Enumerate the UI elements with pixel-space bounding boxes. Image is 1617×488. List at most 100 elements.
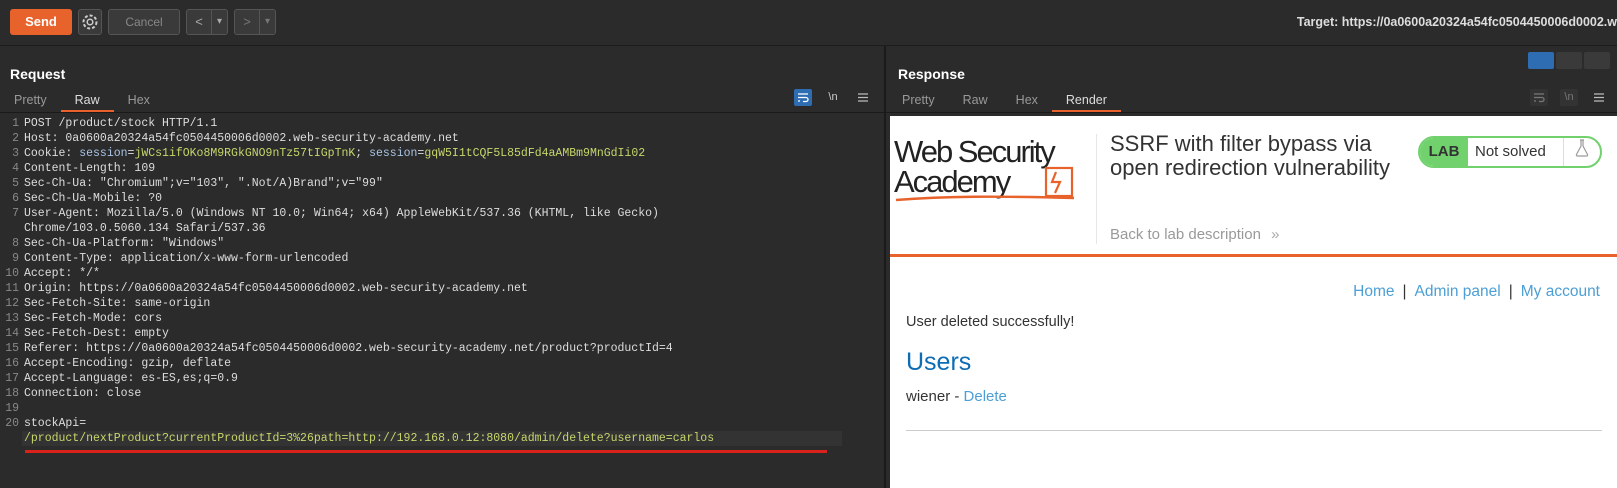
header-line: Accept-Language: es-ES,es;q=0.9 <box>24 372 238 385</box>
request-editor[interactable]: 1 POST /product/stock HTTP/1.1 2 Host: 0a06… <box>0 116 884 488</box>
header-rule <box>890 254 1617 257</box>
line-number: 12 <box>5 297 19 310</box>
header-separator <box>1096 134 1097 244</box>
editor-line: 16 Accept-Encoding: gzip, deflate <box>0 356 884 371</box>
line-number: 11 <box>5 282 19 295</box>
user-name: wiener <box>906 388 951 405</box>
editor-line: 19 <box>0 401 884 416</box>
next-dropdown-button[interactable]: ▾ <box>259 10 275 34</box>
delete-user-link[interactable]: Delete <box>964 388 1007 405</box>
forward-nav-group: > ▾ <box>234 9 276 35</box>
request-tab-pretty[interactable]: Pretty <box>0 88 61 112</box>
line-number <box>0 431 22 446</box>
cancel-button[interactable]: Cancel <box>108 9 180 35</box>
cookie-v1: jWCs1ifOKo8M9RGkGNO9nTz57tIGpTnK <box>134 147 356 160</box>
site-nav: Home | Admin panel | My account <box>1353 283 1600 301</box>
request-toolbar: \n <box>794 89 872 106</box>
response-toolbar: \n <box>1530 89 1608 106</box>
response-tab-raw[interactable]: Raw <box>949 88 1002 112</box>
line-number: 13 <box>5 312 19 325</box>
line-number: 15 <box>5 342 19 355</box>
flask-icon <box>1564 138 1600 166</box>
editor-line: 20 stockApi= <box>0 416 884 431</box>
line-number: 4 <box>12 162 19 175</box>
response-tab-hex[interactable]: Hex <box>1002 88 1052 112</box>
editor-line: 15 Referer: https://0a0600a20324a54fc0504… <box>0 341 884 356</box>
logo-line2: Academy <box>894 164 1012 199</box>
cookie-sep: ; <box>355 147 370 160</box>
header-line: Sec-Fetch-Mode: cors <box>24 312 163 325</box>
editor-line: 17 Accept-Language: es-ES,es;q=0.9 <box>0 371 884 386</box>
prev-button[interactable]: < <box>187 10 211 34</box>
editor-line: 13 Sec-Fetch-Mode: cors <box>0 311 884 326</box>
request-title: Request <box>10 66 66 82</box>
editor-line: 4 Content-Length: 109 <box>0 161 884 176</box>
wrap-icon[interactable] <box>1530 89 1548 106</box>
wrap-icon[interactable] <box>794 89 812 106</box>
editor-line: 5 Sec-Ch-Ua: "Chromium";v="103", ".Not/A)… <box>0 176 884 191</box>
editor-line: 7 User-Agent: Mozilla/5.0 (Windows NT 10.… <box>0 206 884 221</box>
nav-home-link[interactable]: Home <box>1353 283 1394 300</box>
header-line: Sec-Ch-Ua-Platform: "Windows" <box>24 237 225 250</box>
layout-tabs-icon[interactable] <box>1584 52 1610 69</box>
response-render-view: Web Security Academy SSRF with filter by… <box>890 116 1617 488</box>
toolbar: Send Cancel < ▾ > ▾ Target: https://0a06… <box>0 0 1617 46</box>
header-line: Connection: close <box>24 387 142 400</box>
header-line: Content-Type: application/x-www-form-url… <box>24 252 349 265</box>
newline-icon[interactable]: \n <box>824 89 842 106</box>
request-tabs: Pretty Raw Hex <box>0 88 164 112</box>
menu-icon[interactable] <box>854 89 872 106</box>
web-security-academy-logo: Web Security Academy <box>894 134 1075 202</box>
send-button[interactable]: Send <box>10 9 72 35</box>
back-to-lab-link[interactable]: Back to lab description » <box>1110 226 1279 243</box>
gear-icon <box>82 14 98 30</box>
line-number: 18 <box>5 387 19 400</box>
lab-badge-label: LAB <box>1420 138 1468 166</box>
response-tab-pretty[interactable]: Pretty <box>888 88 949 112</box>
line-number: 16 <box>5 357 19 370</box>
editor-line: 3 Cookie: session=jWCs1ifOKo8M9RGkGNO9nTz… <box>0 146 884 161</box>
nav-separator: | <box>1508 283 1513 300</box>
nav-my-account-link[interactable]: My account <box>1521 283 1600 300</box>
editor-line: 11 Origin: https://0a0600a20324a54fc05044… <box>0 281 884 296</box>
nav-admin-panel-link[interactable]: Admin panel <box>1415 283 1501 300</box>
request-tab-hex[interactable]: Hex <box>114 88 164 112</box>
line-number: 14 <box>5 327 19 340</box>
editor-line: 18 Connection: close <box>0 386 884 401</box>
request-tab-raw[interactable]: Raw <box>60 88 114 112</box>
response-tabs: Pretty Raw Hex Render <box>888 88 1121 112</box>
payload-line: /product/nextProduct?currentProductId=3%… <box>22 431 842 446</box>
next-button[interactable]: > <box>235 10 259 34</box>
header-line: Content-Length: 109 <box>24 162 156 175</box>
line-number: 6 <box>12 192 19 205</box>
header-line: Host: 0a0600a20324a54fc0504450006d0002.w… <box>24 132 459 145</box>
editor-line: 14 Sec-Fetch-Dest: empty <box>0 326 884 341</box>
layout-stacked-icon[interactable] <box>1556 52 1582 69</box>
response-tab-render[interactable]: Render <box>1051 88 1121 112</box>
newline-icon[interactable]: \n <box>1560 89 1578 106</box>
settings-gear-button[interactable] <box>78 9 102 35</box>
line-number: 19 <box>5 402 19 415</box>
editor-line: 12 Sec-Fetch-Site: same-origin <box>0 296 884 311</box>
lab-status-text: Not solved <box>1468 138 1564 166</box>
line-number: 3 <box>12 147 19 160</box>
header-line: Accept: */* <box>24 267 100 280</box>
line-number: 1 <box>12 117 19 130</box>
response-tab-divider <box>886 112 1617 113</box>
prev-dropdown-button[interactable]: ▾ <box>211 10 227 34</box>
header-line: Sec-Ch-Ua-Mobile: ?0 <box>24 192 163 205</box>
editor-line: 9 Content-Type: application/x-www-form-ur… <box>0 251 884 266</box>
layout-side-by-side-icon[interactable] <box>1528 52 1554 69</box>
editor-line: Chrome/103.0.5060.134 Safari/537.36 <box>0 221 884 236</box>
header-line: Referer: https://0a0600a20324a54fc050445… <box>24 342 673 355</box>
editor-line: /product/nextProduct?currentProductId=3%… <box>0 431 884 446</box>
content-divider <box>906 430 1602 431</box>
editor-line: 1 POST /product/stock HTTP/1.1 <box>0 116 884 131</box>
cookie-v2: gqW5I1tCQF5L85dFd4aAMBm9MnGdIi02 <box>424 147 646 160</box>
response-title: Response <box>898 66 965 82</box>
request-tab-divider <box>0 112 884 113</box>
menu-icon[interactable] <box>1590 89 1608 106</box>
target-url[interactable]: Target: https://0a0600a20324a54fc0504450… <box>1297 15 1617 29</box>
line-number: 8 <box>12 237 19 250</box>
chevron-double-right-icon: » <box>1271 226 1280 243</box>
